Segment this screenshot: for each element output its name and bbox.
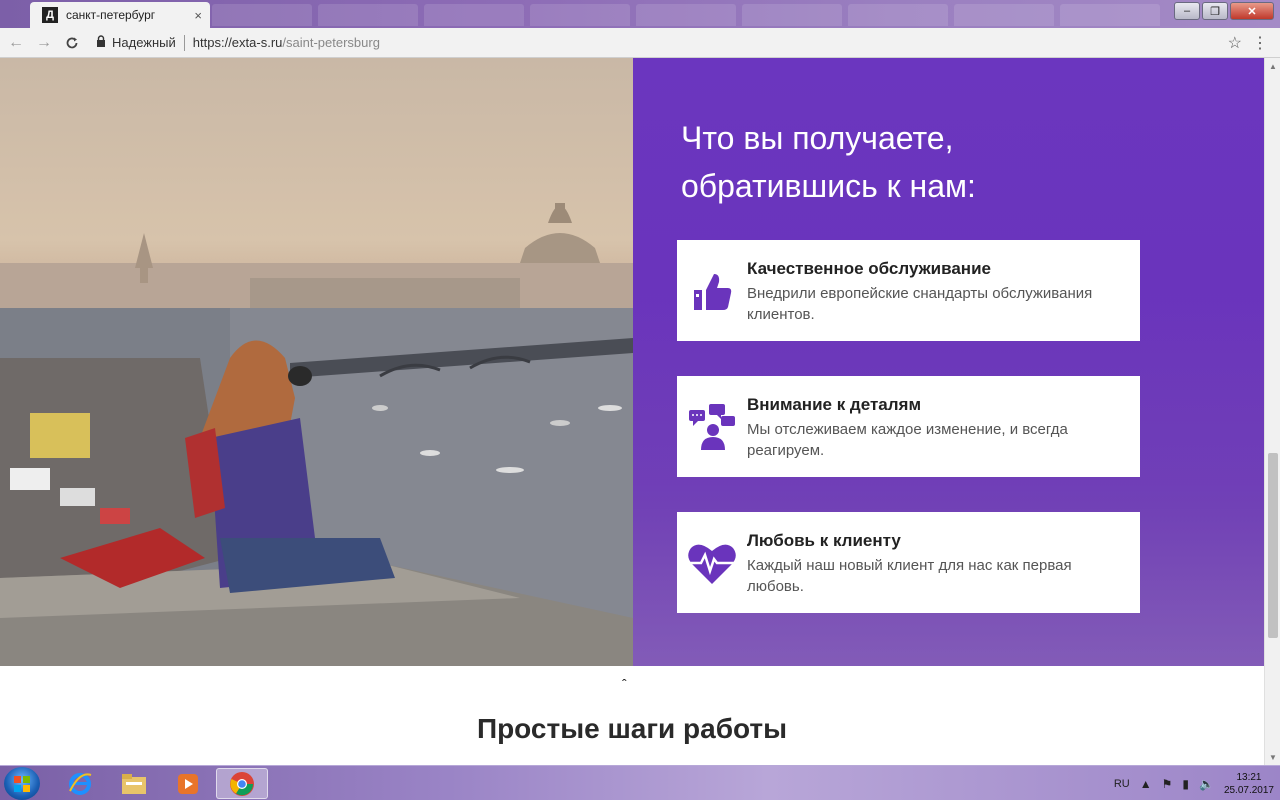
url-base: https://exta-s.ru — [192, 35, 283, 50]
lock-icon — [96, 35, 106, 50]
media-player-taskbar-icon[interactable] — [162, 768, 214, 799]
benefit-card-title: Внимание к деталям — [747, 395, 922, 414]
background-tab[interactable] — [530, 4, 630, 26]
benefit-card-title: Качественное обслуживание — [747, 259, 991, 278]
action-center-flag-icon[interactable]: ⚑ — [1162, 777, 1173, 791]
city-photo — [0, 58, 633, 666]
background-tab[interactable] — [1060, 4, 1160, 26]
back-button[interactable]: ← — [4, 31, 28, 55]
scroll-down-arrow-icon[interactable]: ▼ — [1265, 749, 1280, 765]
browser-titlebar: Д санкт-петербург × – ❐ ✕ — [0, 0, 1280, 28]
network-icon[interactable]: ▮ — [1182, 777, 1189, 791]
city-photo-illustration — [0, 203, 633, 666]
background-tab[interactable] — [212, 4, 312, 26]
heading-line-1: Что вы получаете, — [681, 120, 954, 156]
benefits-heading: Что вы получаете, обратившись к нам: — [681, 114, 1141, 210]
start-button[interactable] — [4, 767, 40, 800]
url-path: /saint-petersburg — [282, 35, 380, 50]
forward-button[interactable]: → — [32, 31, 56, 55]
clock-date: 25.07.2017 — [1223, 784, 1274, 796]
file-explorer-taskbar-icon[interactable] — [108, 768, 160, 799]
keyboard-language[interactable]: RU — [1114, 778, 1130, 790]
benefit-card-service: Качественное обслуживание Внедрили европ… — [677, 240, 1140, 341]
reload-icon — [66, 37, 78, 48]
background-tab[interactable] — [848, 4, 948, 26]
site-favicon-icon: Д — [42, 7, 58, 23]
browser-menu-icon[interactable]: ⋮ — [1252, 33, 1268, 53]
browser-toolbar: ← → Надежный https://exta-s.ru/saint-pet… — [0, 28, 1280, 58]
windows-logo-icon — [14, 775, 30, 792]
benefit-card-details: Внимание к деталям Мы отслеживаем каждое… — [677, 376, 1140, 477]
benefit-card-description: Мы отслеживаем каждое изменение, и всегд… — [747, 421, 1068, 459]
heading-line-2: обратившись к нам: — [681, 168, 976, 204]
close-window-button[interactable]: ✕ — [1230, 2, 1274, 20]
system-tray: RU ▲ ⚑ ▮ 🔈 13:21 25.07.2017 — [1114, 766, 1280, 800]
internet-explorer-taskbar-icon[interactable] — [54, 768, 106, 799]
tray-expand-icon[interactable]: ▲ — [1140, 777, 1152, 791]
window-controls: – ❐ ✕ — [1174, 2, 1274, 20]
background-tab[interactable] — [424, 4, 524, 26]
thumbs-up-icon — [677, 240, 747, 341]
tab-title: санкт-петербург — [66, 8, 156, 22]
system-clock[interactable]: 13:21 25.07.2017 — [1224, 771, 1274, 797]
maximize-button[interactable]: ❐ — [1202, 2, 1228, 20]
background-tab[interactable] — [954, 4, 1054, 26]
benefit-card-title: Любовь к клиенту — [747, 531, 901, 550]
benefits-panel: Что вы получаете, обратившись к нам: Кач… — [633, 58, 1264, 666]
bookmark-star-icon[interactable]: ☆ — [1228, 33, 1242, 53]
page-scrollbar[interactable]: ▲ ▼ — [1264, 58, 1280, 765]
close-tab-icon[interactable]: × — [194, 8, 202, 23]
scroll-up-arrow-icon[interactable]: ▲ — [1265, 58, 1280, 74]
page-viewport: Что вы получаете, обратившись к нам: Кач… — [0, 58, 1264, 765]
scrollbar-thumb[interactable] — [1268, 453, 1278, 638]
section-title: Простые шаги работы — [476, 713, 788, 744]
benefit-card-love: Любовь к клиенту Каждый наш новый клиент… — [677, 512, 1140, 613]
divider — [183, 34, 185, 51]
background-tab[interactable] — [636, 4, 736, 26]
chat-people-icon — [677, 376, 747, 477]
address-bar[interactable]: https://exta-s.ru/saint-petersburg — [193, 35, 380, 50]
background-tab[interactable] — [318, 4, 418, 26]
reload-button[interactable] — [60, 31, 84, 55]
benefit-card-description: Каждый наш новый клиент для нас как перв… — [747, 557, 1072, 595]
volume-icon[interactable]: 🔈 — [1199, 777, 1214, 791]
benefit-card-description: Внедрили европейские снандарты обслужива… — [747, 285, 1093, 323]
chrome-taskbar-icon[interactable] — [216, 768, 268, 799]
heart-pulse-icon — [677, 512, 747, 613]
minimize-button[interactable]: – — [1174, 2, 1200, 20]
background-tab[interactable] — [742, 4, 842, 26]
windows-taskbar: RU ▲ ⚑ ▮ 🔈 13:21 25.07.2017 — [0, 765, 1280, 800]
clock-time: 13:21 — [1236, 771, 1262, 783]
secure-label[interactable]: Надежный — [112, 35, 176, 50]
steps-section: ˆ Простые шаги работы — [0, 666, 1264, 765]
scroll-up-caret-icon[interactable]: ˆ — [622, 676, 627, 692]
active-tab[interactable]: Д санкт-петербург × — [30, 2, 210, 28]
